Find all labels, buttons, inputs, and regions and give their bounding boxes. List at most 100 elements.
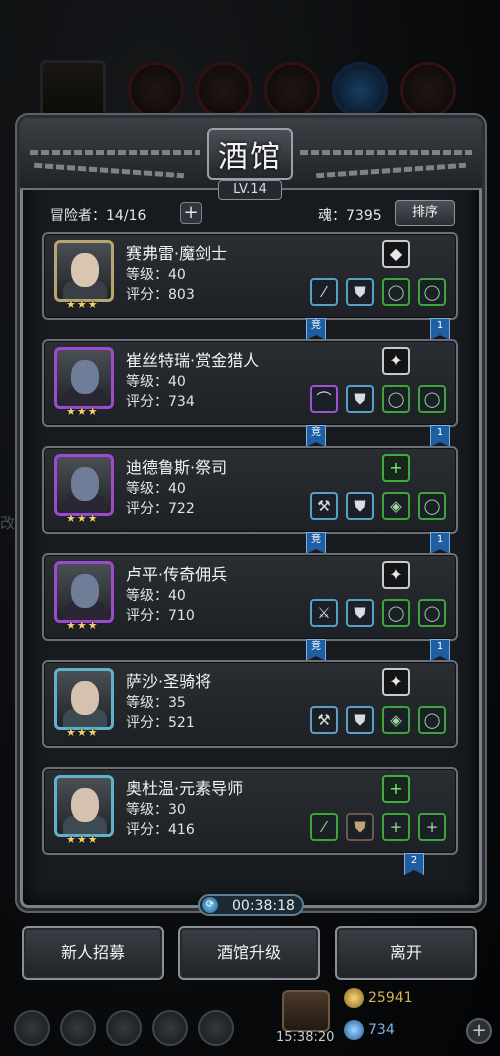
- hero-face: [71, 467, 99, 501]
- sword-icon[interactable]: ⁄: [310, 278, 338, 306]
- tavern-level-badge: LV.14: [218, 180, 282, 200]
- staff-icon[interactable]: ⁄: [310, 813, 338, 841]
- chain-ornament: [300, 150, 472, 155]
- hero-score: 评分：734: [126, 394, 195, 410]
- armor-icon[interactable]: ⛊: [346, 385, 374, 413]
- hero-card[interactable]: ★★★ 奥杜温·元素导师 等级：30 评分：416 + ⁄ ⛊ + +2: [42, 767, 458, 875]
- hero-card[interactable]: ★★★ 崔丝特瑞·赏金猎人 等级：40 评分：734 ✦ ⌒ ⛊ ◯ ◯ 竞 1: [42, 339, 458, 447]
- plus-icon[interactable]: +: [180, 202, 202, 224]
- menu-icon[interactable]: [60, 1010, 96, 1046]
- adventurer-count: 冒险者：14/16: [50, 208, 147, 224]
- blade-icon[interactable]: ⌒: [310, 385, 338, 413]
- hero-score: 评分：416: [126, 822, 195, 838]
- hero-level: 等级：30: [126, 802, 186, 818]
- armor-icon[interactable]: ⛊: [346, 278, 374, 306]
- timer-text: 00:38:18: [232, 898, 295, 914]
- hero-name: 赛弗雷·魔剑士: [126, 244, 228, 263]
- hero-score: 评分：521: [126, 715, 195, 731]
- ring-icon[interactable]: ◯: [382, 278, 410, 306]
- add-currency-icon[interactable]: +: [466, 1018, 492, 1044]
- hero-name: 卢平·传奇佣兵: [126, 565, 228, 584]
- hero-level: 等级：40: [126, 481, 186, 497]
- hero-name: 萨沙·圣骑将: [126, 672, 212, 691]
- plus-icon[interactable]: +: [382, 813, 410, 841]
- hero-card[interactable]: ★★★ 萨沙·圣骑将 等级：35 评分：521 ✦ ⚒ ⛊ ◈ ◯: [42, 660, 458, 748]
- recruit-button[interactable]: 新人招募: [22, 926, 164, 980]
- ring-icon[interactable]: ◯: [418, 706, 446, 734]
- axe-icon[interactable]: ⚒: [310, 706, 338, 734]
- gold-value: 25941: [368, 990, 413, 1006]
- hero-card[interactable]: ★★★ 卢平·传奇佣兵 等级：40 评分：710 ✦ ⚔ ⛊ ◯ ◯ 竞 1: [42, 553, 458, 661]
- armor-icon[interactable]: ⛊: [346, 813, 374, 841]
- leave-button[interactable]: 离开: [335, 926, 477, 980]
- hero-name: 崔丝特瑞·赏金猎人: [126, 351, 260, 370]
- star-rating: ★★★: [66, 512, 99, 525]
- shadow-icon[interactable]: ✦: [382, 668, 410, 696]
- armor-icon[interactable]: ⛊: [346, 706, 374, 734]
- hero-face: [71, 253, 99, 287]
- ring-icon[interactable]: ◯: [418, 599, 446, 627]
- title-plate: 酒馆: [207, 128, 293, 180]
- menu-icon[interactable]: [14, 1010, 50, 1046]
- hero-portrait[interactable]: [54, 775, 114, 837]
- hero-name: 迪德鲁斯·祭司: [126, 458, 228, 477]
- menu-icon[interactable]: [152, 1010, 188, 1046]
- hero-face: [71, 788, 99, 822]
- ring-icon[interactable]: ◯: [382, 385, 410, 413]
- gem-icon: [344, 1020, 364, 1040]
- recruit-timer: ⟳ 00:38:18: [198, 894, 304, 916]
- crystal-icon[interactable]: ◆: [382, 240, 410, 268]
- plus-icon[interactable]: +: [418, 813, 446, 841]
- ring-icon[interactable]: ◯: [382, 599, 410, 627]
- plus-icon[interactable]: +: [382, 775, 410, 803]
- plus-icon[interactable]: +: [382, 454, 410, 482]
- star-rating: ★★★: [66, 298, 99, 311]
- hero-level: 等级：40: [126, 588, 186, 604]
- menu-icon[interactable]: [198, 1010, 234, 1046]
- hero-level: 等级：40: [126, 374, 186, 390]
- hud-time: 15:38:20: [276, 1030, 335, 1045]
- hero-score: 评分：722: [126, 501, 195, 517]
- chest-icon[interactable]: [282, 990, 330, 1032]
- shadow-icon[interactable]: ✦: [382, 347, 410, 375]
- hero-face: [71, 574, 99, 608]
- hero-score: 评分：803: [126, 287, 195, 303]
- hero-portrait[interactable]: [54, 454, 114, 516]
- hero-portrait[interactable]: [54, 561, 114, 623]
- hammer-icon[interactable]: ⚒: [310, 492, 338, 520]
- armor-icon[interactable]: ⛊: [346, 492, 374, 520]
- clock-icon: ⟳: [202, 897, 218, 913]
- ring-icon[interactable]: ◯: [418, 492, 446, 520]
- hero-face: [71, 681, 99, 715]
- ring-icon[interactable]: ◯: [418, 278, 446, 306]
- gem-counter: 734: [344, 1018, 395, 1042]
- gold-counter: 25941: [344, 986, 413, 1010]
- star-rating: ★★★: [66, 619, 99, 632]
- gem-icon[interactable]: ◈: [382, 706, 410, 734]
- sort-button[interactable]: 排序: [395, 200, 455, 226]
- upgrade-tavern-button[interactable]: 酒馆升级: [178, 926, 320, 980]
- star-rating: ★★★: [66, 405, 99, 418]
- axe-icon[interactable]: ⚔: [310, 599, 338, 627]
- hero-portrait[interactable]: [54, 347, 114, 409]
- hero-level: 等级：40: [126, 267, 186, 283]
- hero-level: 等级：35: [126, 695, 186, 711]
- soul-count: 魂：7395: [318, 208, 382, 224]
- star-rating: ★★★: [66, 726, 99, 739]
- shadow-icon[interactable]: ✦: [382, 561, 410, 589]
- ring-icon[interactable]: ◯: [418, 385, 446, 413]
- hero-name: 奥杜温·元素导师: [126, 779, 244, 798]
- hero-card[interactable]: ★★★ 迪德鲁斯·祭司 等级：40 评分：722 + ⚒ ⛊ ◈ ◯ 竞 1: [42, 446, 458, 554]
- star-rating: ★★★: [66, 833, 99, 846]
- stats-row: 冒险者：14/16 + 魂：7395 排序: [50, 200, 460, 228]
- hero-portrait[interactable]: [54, 240, 114, 302]
- hero-portrait[interactable]: [54, 668, 114, 730]
- gold-coin-icon: [344, 988, 364, 1008]
- menu-icon[interactable]: [106, 1010, 142, 1046]
- hero-face: [71, 360, 99, 394]
- armor-icon[interactable]: ⛊: [346, 599, 374, 627]
- gem-icon[interactable]: ◈: [382, 492, 410, 520]
- hero-card[interactable]: ★★★ 赛弗雷·魔剑士 等级：40 评分：803 ◆ ⁄ ⛊ ◯ ◯ 竞 1: [42, 232, 458, 340]
- gem-value: 734: [368, 1022, 395, 1038]
- tavern-title: 酒馆: [218, 140, 282, 175]
